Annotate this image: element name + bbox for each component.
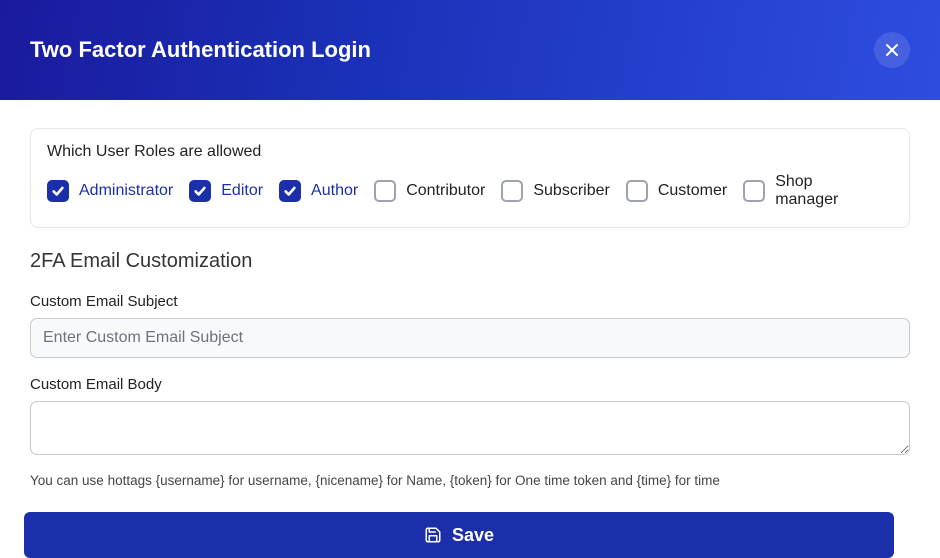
role-checkbox-author[interactable] — [279, 180, 301, 202]
check-icon — [283, 184, 297, 198]
role-author: Author — [279, 180, 372, 202]
subject-field: Custom Email Subject — [30, 293, 910, 358]
customization-title: 2FA Email Customization — [30, 250, 910, 273]
check-icon — [51, 184, 65, 198]
role-label: Shop manager — [775, 173, 877, 209]
save-button-label: Save — [452, 525, 494, 546]
body-textarea[interactable] — [30, 401, 910, 455]
subject-input[interactable] — [30, 318, 910, 358]
body-field: Custom Email Body — [30, 376, 910, 459]
role-contributor: Contributor — [374, 180, 499, 202]
roles-card-title: Which User Roles are allowed — [47, 143, 893, 161]
body-label: Custom Email Body — [30, 376, 910, 393]
modal-header: Two Factor Authentication Login — [0, 0, 940, 100]
modal-content: Which User Roles are allowed Administrat… — [0, 100, 940, 558]
role-shop-manager: Shop manager — [743, 173, 891, 209]
save-button[interactable]: Save — [24, 512, 894, 558]
roles-card: Which User Roles are allowed Administrat… — [30, 128, 910, 228]
role-editor: Editor — [189, 180, 277, 202]
role-label: Subscriber — [533, 182, 609, 200]
role-administrator: Administrator — [47, 180, 187, 202]
close-button[interactable] — [874, 32, 910, 68]
close-icon — [884, 42, 900, 58]
role-label: Author — [311, 182, 358, 200]
role-label: Contributor — [406, 182, 485, 200]
role-checkbox-contributor[interactable] — [374, 180, 396, 202]
role-checkbox-customer[interactable] — [626, 180, 648, 202]
roles-row: Administrator Editor Author Contributor — [47, 173, 893, 209]
role-checkbox-shop-manager[interactable] — [743, 180, 765, 202]
role-subscriber: Subscriber — [501, 180, 623, 202]
save-icon — [424, 526, 442, 544]
role-checkbox-subscriber[interactable] — [501, 180, 523, 202]
check-icon — [193, 184, 207, 198]
role-checkbox-editor[interactable] — [189, 180, 211, 202]
role-customer: Customer — [626, 180, 741, 202]
role-label: Editor — [221, 182, 263, 200]
modal-title: Two Factor Authentication Login — [30, 37, 371, 63]
hottags-hint: You can use hottags {username} for usern… — [30, 473, 910, 488]
subject-label: Custom Email Subject — [30, 293, 910, 310]
role-checkbox-administrator[interactable] — [47, 180, 69, 202]
role-label: Customer — [658, 182, 727, 200]
role-label: Administrator — [79, 182, 173, 200]
